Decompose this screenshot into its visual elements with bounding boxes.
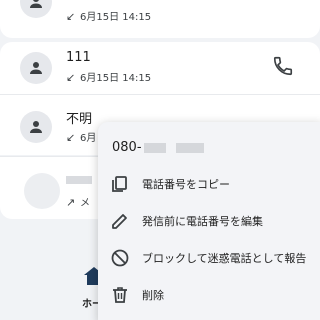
person-icon [30,62,42,74]
caller-name: 111 [66,50,91,65]
menu-item-copy-number[interactable]: 電話番号をコピー [98,166,320,202]
avatar [20,111,52,143]
call-entry-detail: ↙ 6月 [66,131,97,144]
call-log-card-1: ↙ 6月15日 14:15 [0,0,320,38]
redacted-digits [175,142,204,153]
call-entry-detail: ↙ 6月15日 14:15 [66,10,152,23]
phone-screen: ↙ 6月15日 14:15 111 ↙ 6月15日 14:15 不明 ↙ 6月 ↗ メ [0,0,320,320]
menu-item-block-report[interactable]: ブロックして迷惑電話として報告 [98,240,320,276]
call-entry-detail: ↙ 6月15日 14:15 [66,71,152,84]
incoming-arrow-icon: ↙ [66,131,76,144]
redacted-caller-name [66,176,92,184]
trash-icon [113,287,127,303]
menu-phone-number: 080- [112,140,204,155]
avatar [24,173,60,209]
menu-item-label: 電話番号をコピー [142,178,230,191]
menu-item-label: 削除 [142,289,164,302]
phone-call-icon[interactable] [272,55,294,77]
avatar [20,0,52,18]
person-icon [30,121,42,133]
caller-name: 不明 [66,112,93,127]
avatar [20,52,52,84]
person-icon [30,0,42,8]
call-entry-detail: ↗ メ [66,196,90,209]
menu-item-delete[interactable]: 削除 [98,277,320,313]
incoming-arrow-icon: ↙ [66,10,76,23]
menu-item-edit-number[interactable]: 発信前に電話番号を編集 [98,203,320,239]
outgoing-arrow-icon: ↗ [66,196,76,209]
menu-item-label: ブロックして迷惑電話として報告 [142,252,307,265]
context-menu: 080- 電話番号をコピー 発信前に電話番号を編集 ブロックして迷惑電話として報… [98,122,320,320]
menu-item-label: 発信前に電話番号を編集 [142,215,263,228]
incoming-arrow-icon: ↙ [66,71,76,84]
copy-icon [112,176,127,192]
block-icon [111,249,129,267]
redacted-digits [143,142,166,153]
edit-icon [112,214,127,229]
